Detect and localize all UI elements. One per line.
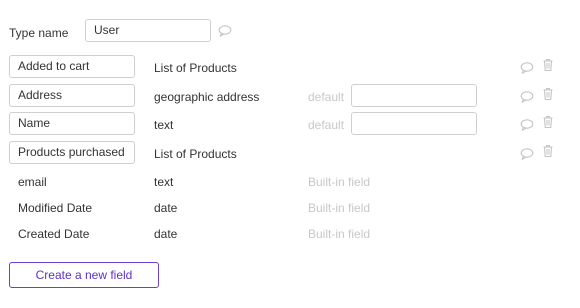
field-type[interactable]: List of Products: [154, 61, 237, 75]
builtin-field-name: Modified Date: [18, 201, 93, 215]
field-name-input[interactable]: Added to cart: [9, 55, 135, 78]
comment-bubble-icon[interactable]: [218, 24, 232, 38]
field-type[interactable]: text: [154, 118, 173, 132]
trash-icon[interactable]: [541, 144, 555, 158]
trash-icon[interactable]: [541, 58, 555, 72]
field-name-input[interactable]: Products purchased: [9, 141, 135, 164]
comment-bubble-icon[interactable]: [520, 147, 534, 161]
builtin-field-note: Built-in field: [308, 201, 371, 215]
builtin-field-note: Built-in field: [308, 227, 371, 241]
type-name-label: Type name: [9, 26, 69, 40]
field-name-input[interactable]: Name: [9, 112, 135, 135]
comment-bubble-icon[interactable]: [520, 118, 534, 132]
builtin-field-type: date: [154, 201, 178, 215]
trash-icon[interactable]: [541, 115, 555, 129]
builtin-field-name: email: [18, 175, 47, 189]
field-type[interactable]: List of Products: [154, 147, 237, 161]
comment-bubble-icon[interactable]: [520, 90, 534, 104]
builtin-field-name: Created Date: [18, 227, 90, 241]
default-label: default: [308, 118, 345, 132]
trash-icon[interactable]: [541, 87, 555, 101]
default-value-input[interactable]: [351, 112, 477, 135]
default-value-input[interactable]: [351, 84, 477, 107]
builtin-field-type: date: [154, 227, 178, 241]
field-type[interactable]: geographic address: [154, 90, 259, 104]
builtin-field-type: text: [154, 175, 174, 189]
field-name-input[interactable]: Address: [9, 84, 135, 107]
type-name-input[interactable]: User: [85, 19, 211, 42]
builtin-field-note: Built-in field: [308, 175, 371, 189]
create-new-field-button[interactable]: Create a new field: [9, 262, 159, 288]
default-label: default: [308, 90, 345, 104]
comment-bubble-icon[interactable]: [520, 61, 534, 75]
